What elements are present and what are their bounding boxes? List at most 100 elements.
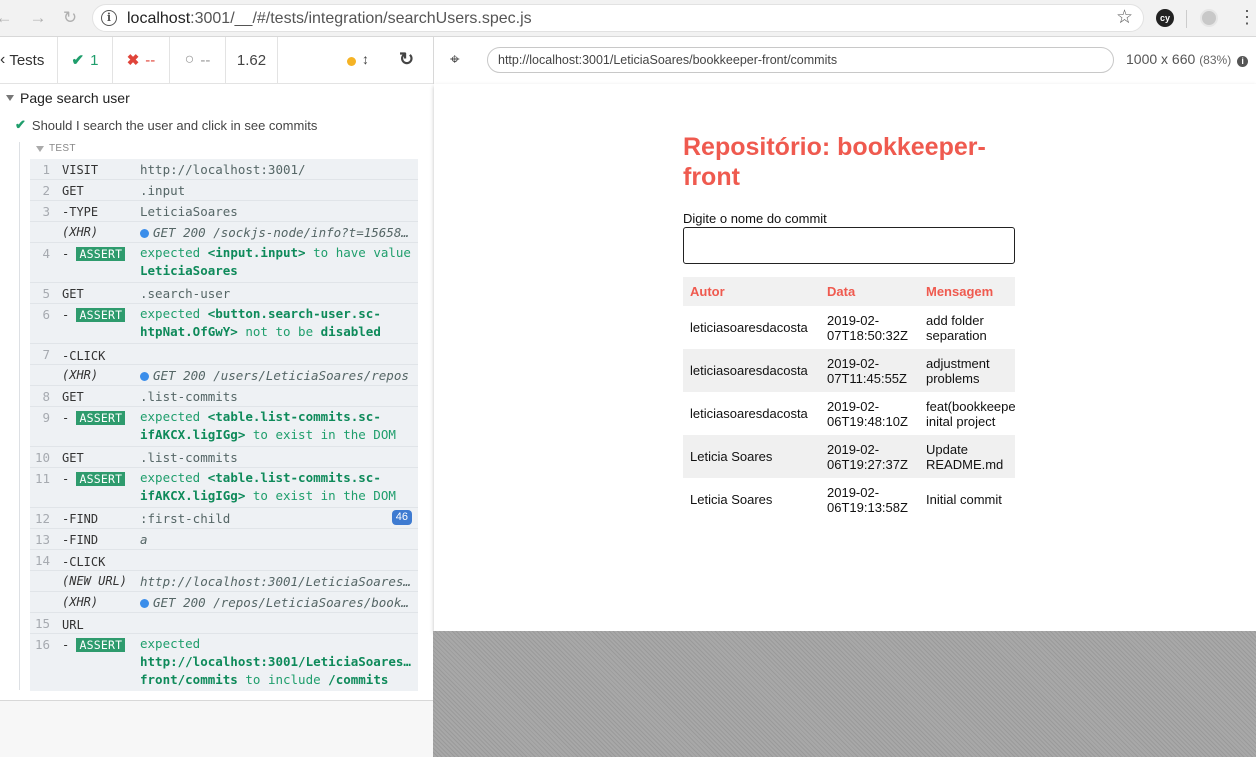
cell-date: 2019-02- 07T11:45:55Z: [820, 349, 919, 392]
command-row[interactable]: 7 -CLICK: [30, 344, 418, 365]
info-icon[interactable]: i: [101, 10, 117, 26]
aut-header: ⌖ http://localhost:3001/LeticiaSoares/bo…: [433, 37, 1256, 84]
aut-url-bar[interactable]: http://localhost:3001/LeticiaSoares/book…: [487, 47, 1114, 73]
command-message: .search-user: [140, 286, 231, 301]
command-row[interactable]: 3 -TYPE LeticiaSoares: [30, 201, 418, 222]
assert-badge: ASSERT: [76, 247, 126, 261]
passed-label: 1: [90, 51, 99, 69]
cell-message: Initial commit: [926, 492, 1002, 507]
cell-message: adjustment problems: [919, 349, 1015, 392]
assert-row[interactable]: 11 - ASSERT expected <table.list-commits…: [30, 468, 418, 508]
caret-down-icon: [6, 95, 14, 101]
test-row[interactable]: ✔ Should I search the user and click in …: [0, 114, 317, 136]
command-message: a: [140, 532, 148, 547]
caret-down-icon: [36, 145, 44, 152]
command-message: expected <input.input> to have value Let…: [140, 245, 411, 278]
command-number: 10: [34, 450, 50, 465]
cypress-extension-icon[interactable]: cy: [1156, 9, 1174, 27]
command-number: 11: [34, 471, 50, 486]
bookmark-star-icon[interactable]: ☆: [1116, 6, 1133, 29]
command-row[interactable]: 8 GET .list-commits: [30, 386, 418, 407]
check-icon: ✔: [15, 117, 26, 132]
command-message: GET 200 /sockjs-node/info?t=1565805...: [153, 225, 416, 240]
forward-icon[interactable]: →: [28, 8, 48, 28]
aut-url-text: http://localhost:3001/LeticiaSoares/book…: [498, 53, 838, 67]
command-row[interactable]: 1 VISIT http://localhost:3001/: [30, 159, 418, 180]
xhr-dot-icon: [140, 372, 149, 381]
command-row[interactable]: 14 -CLICK: [30, 550, 418, 571]
scroll-toggle-icon[interactable]: ↕: [362, 51, 369, 67]
command-row[interactable]: 5 GET .search-user: [30, 283, 418, 304]
assert-badge: ASSERT: [76, 472, 126, 486]
info-icon[interactable]: i: [1237, 56, 1249, 67]
command-row[interactable]: 12 -FIND :first-child 46: [30, 508, 418, 529]
tests-nav-button[interactable]: ‹ Tests: [0, 37, 58, 83]
command-message: LeticiaSoares: [140, 204, 238, 219]
table-row[interactable]: leticiasoaresdacosta 2019-02- 07T11:45:55…: [683, 349, 1015, 392]
page-title: Repositório: bookkeeper-front: [683, 133, 986, 191]
address-bar[interactable]: i localhost:3001/__/#/tests/integration/…: [92, 4, 1144, 32]
command-number: 1: [42, 162, 50, 177]
assert-row[interactable]: 9 - ASSERT expected <table.list-commits.…: [30, 407, 418, 447]
cell-author: leticiasoaresdacosta: [690, 320, 808, 335]
command-name: -FIND: [62, 533, 99, 547]
assert-row[interactable]: 4 - ASSERT expected <input.input> to hav…: [30, 243, 418, 283]
cell-author: Leticia Soares: [683, 435, 820, 478]
assert-row[interactable]: 16 - ASSERT expected http://localhost:30…: [30, 634, 418, 691]
command-row[interactable]: 13 -FIND a: [30, 529, 418, 550]
commit-search-input[interactable]: [683, 227, 1015, 264]
failed-count[interactable]: ✖ --: [113, 37, 170, 83]
command-name: -TYPE: [62, 205, 99, 219]
commits-table: Autor Data Mensagem leticiasoaresdacosta…: [683, 277, 1015, 521]
command-row[interactable]: 15 URL: [30, 613, 418, 634]
assert-row[interactable]: 6 - ASSERT expected <button.search-user.…: [30, 304, 418, 344]
menu-kebab-icon[interactable]: ⋮: [1238, 7, 1256, 27]
command-name: GET: [62, 451, 84, 465]
suite-title: Page search user: [20, 90, 130, 106]
profile-avatar-icon[interactable]: [1200, 9, 1218, 27]
command-number: 13: [34, 532, 50, 547]
cell-date: 2019-02- 07T18:50:32Z: [827, 312, 908, 343]
command-message: GET 200 /repos/LeticiaSoares/bookke...: [153, 595, 416, 610]
duration: 1.62: [226, 37, 278, 83]
cell-author: leticiasoaresdacosta: [683, 349, 820, 392]
command-name: (XHR): [62, 225, 99, 239]
command-message: .list-commits: [140, 389, 238, 404]
table-row[interactable]: leticiasoaresdacosta 2019-02- 06T19:48:10…: [683, 392, 1015, 435]
command-number: 8: [42, 389, 50, 404]
reload-icon[interactable]: ↻: [60, 8, 80, 28]
table-row[interactable]: Leticia Soares 2019-02- 06T19:27:37Z Upda…: [683, 435, 1015, 478]
cell-date: 2019-02- 06T19:27:37Z: [820, 435, 919, 478]
xhr-dot-icon: [140, 229, 149, 238]
command-message: .list-commits: [140, 450, 238, 465]
pending-count[interactable]: ○ --: [170, 37, 226, 83]
test-section-label[interactable]: TEST: [36, 143, 76, 154]
xhr-row[interactable]: (XHR) GET 200 /sockjs-node/info?t=156580…: [30, 222, 418, 243]
aut-backdrop: [433, 631, 1256, 757]
table-row[interactable]: Leticia Soares 2019-02- 06T19:13:58Z Init…: [683, 478, 1015, 521]
suite-row[interactable]: Page search user: [0, 87, 130, 109]
passed-count[interactable]: ✔ 1: [58, 37, 113, 83]
command-name: GET: [62, 287, 84, 301]
command-number: 5: [42, 286, 50, 301]
command-number: 16: [34, 637, 50, 652]
pending-label: --: [200, 51, 211, 69]
command-row[interactable]: 10 GET .list-commits: [30, 447, 418, 468]
table-row[interactable]: leticiasoaresdacosta 2019-02- 07T18:50:32…: [683, 306, 1015, 349]
restart-icon[interactable]: ↻: [399, 49, 414, 70]
selector-playground-icon[interactable]: ⌖: [450, 50, 460, 70]
cell-message: Update README.md: [919, 435, 1015, 478]
assert-badge: ASSERT: [76, 308, 126, 322]
column-header-message: Mensagem: [919, 277, 1015, 306]
assert-badge: ASSERT: [76, 411, 126, 425]
x-icon: ✖: [126, 52, 140, 69]
failed-label: --: [145, 51, 156, 69]
new-url-row[interactable]: (NEW URL) http://localhost:3001/LeticiaS…: [30, 571, 418, 592]
cell-message: feat(bookkeeper inital project: [926, 398, 1015, 429]
app-under-test: Repositório: bookkeeper-front Digite o n…: [434, 84, 1256, 631]
back-icon[interactable]: ←: [0, 8, 14, 28]
xhr-row[interactable]: (XHR) GET 200 /repos/LeticiaSoares/bookk…: [30, 592, 418, 613]
command-row[interactable]: 2 GET .input: [30, 180, 418, 201]
chevron-left-icon: ‹: [0, 51, 6, 68]
xhr-row[interactable]: (XHR) GET 200 /users/LeticiaSoares/repos: [30, 365, 418, 386]
